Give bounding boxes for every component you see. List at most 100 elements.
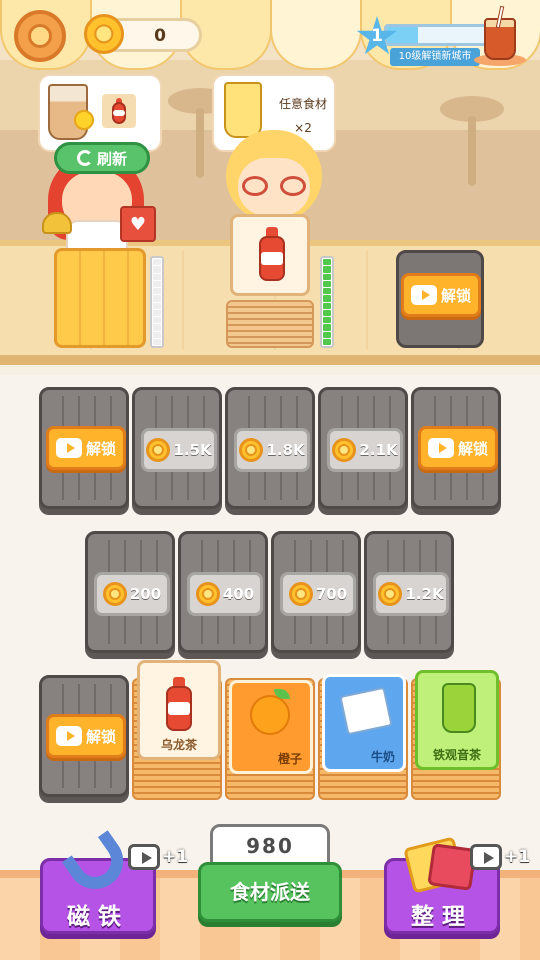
slot-2-progress — [320, 256, 334, 348]
progress-segment — [323, 259, 331, 266]
oolong-tea-bottle-icon — [111, 98, 127, 124]
ingredient-card-tieguanyin[interactable]: 铁观音茶 — [415, 670, 499, 770]
customer-1-order-bubble — [38, 74, 162, 152]
locked-tile[interactable]: 解锁 — [411, 387, 501, 509]
progress-segment — [153, 331, 161, 338]
order-ingredient-slot — [102, 94, 136, 128]
ingredient-name: 橙子 — [277, 752, 302, 766]
locked-tile[interactable]: 2.1K — [318, 387, 408, 509]
milk-carton-icon — [339, 686, 393, 736]
level-unlock-tip: 10级解锁新城市 — [390, 48, 480, 66]
counter-slot-empty[interactable] — [54, 248, 146, 348]
unlock-label: 解锁 — [85, 439, 116, 458]
stool-leg — [468, 116, 476, 186]
refresh-icon — [76, 150, 93, 166]
unlock-ad-button[interactable]: 解锁 — [46, 714, 126, 758]
ingredient-card-orange[interactable]: 橙子 — [229, 680, 313, 774]
progress-segment — [323, 309, 331, 316]
progress-segment — [153, 259, 161, 266]
tea-jar-icon — [442, 683, 476, 733]
video-ad-icon — [410, 285, 437, 305]
locked-tile[interactable]: 1.5K — [132, 387, 222, 509]
video-ad-icon — [128, 844, 160, 870]
coin-icon — [84, 14, 124, 54]
tile-price: 400 — [222, 585, 255, 603]
level-progress-bar — [384, 24, 492, 46]
unlock-label: 解锁 — [85, 727, 116, 746]
buy-tile-button[interactable]: 200 — [94, 572, 170, 616]
iced-tea-icon[interactable] — [474, 5, 526, 66]
ingredient-card-milk[interactable]: 牛奶 — [322, 674, 406, 772]
tile-price: 200 — [129, 585, 162, 603]
progress-segment — [153, 273, 161, 280]
unlock-ad-button[interactable]: 解锁 — [46, 426, 126, 470]
progress-segment — [153, 280, 161, 287]
refresh-order-button[interactable]: 刷新 — [54, 142, 150, 174]
locked-tile[interactable]: 解锁 — [39, 675, 129, 797]
deliver-ingredients-button[interactable]: 食材派送 — [198, 862, 342, 922]
unlock-label: 解锁 — [457, 439, 488, 458]
progress-segment — [153, 295, 161, 302]
progress-segment — [153, 338, 161, 345]
buy-tile-button[interactable]: 1.5K — [141, 428, 217, 472]
bell-icon — [42, 212, 72, 234]
progress-segment — [323, 280, 331, 287]
magnet-bonus: +1 — [162, 847, 189, 867]
progress-segment — [153, 324, 161, 331]
flower-icon — [74, 110, 94, 130]
progress-segment — [323, 288, 331, 295]
sort-ad-bonus: +1 — [470, 844, 530, 870]
locked-tile[interactable]: 400 — [178, 531, 268, 653]
coin-icon — [239, 438, 264, 462]
locked-tile[interactable]: 解锁 — [39, 387, 129, 509]
counter-oolong-card[interactable] — [230, 214, 310, 296]
sort-label: 整理 — [411, 904, 473, 930]
ingredient-card-oolong[interactable]: 乌龙茶 — [137, 660, 221, 760]
buy-tile-button[interactable]: 400 — [187, 572, 263, 616]
buy-tile-button[interactable]: 700 — [280, 572, 356, 616]
buy-tile-button[interactable]: 2.1K — [327, 428, 403, 472]
progress-segment — [153, 302, 161, 309]
counter-card-stack — [226, 300, 314, 348]
coin-amount: 0 — [154, 26, 166, 46]
unlock-label: 解锁 — [440, 286, 471, 305]
ingredient-name: 铁观音茶 — [432, 748, 481, 762]
video-ad-icon — [55, 438, 82, 458]
coin-icon — [195, 582, 220, 606]
progress-segment — [323, 338, 331, 345]
video-ad-icon — [427, 438, 454, 458]
progress-segment — [153, 288, 161, 295]
progress-segment — [323, 302, 331, 309]
buy-tile-button[interactable]: 1.2K — [373, 572, 449, 616]
tile-price: 700 — [315, 585, 348, 603]
coin-icon — [332, 438, 357, 462]
progress-segment — [323, 295, 331, 302]
oolong-tea-bottle-icon — [164, 677, 194, 731]
locked-tile[interactable]: 700 — [271, 531, 361, 653]
magnet-ad-bonus: +1 — [128, 844, 188, 870]
video-ad-icon — [470, 844, 502, 870]
progress-segment — [153, 317, 161, 324]
counter-slot-locked[interactable]: 解锁 — [396, 250, 484, 348]
progress-segment — [323, 273, 331, 280]
ingredient-name: 牛奶 — [370, 750, 395, 764]
locked-tile[interactable]: 200 — [85, 531, 175, 653]
settings-gear-icon[interactable] — [14, 10, 66, 62]
unlock-ad-button[interactable]: 解锁 — [401, 273, 481, 317]
progress-segment — [153, 309, 161, 316]
coin-icon — [378, 582, 403, 606]
order-text: 任意食材 — [278, 97, 327, 111]
progress-segment — [323, 266, 331, 273]
stool-leg — [196, 108, 204, 178]
buy-tile-button[interactable]: 1.8K — [234, 428, 310, 472]
unlock-ad-button[interactable]: 解锁 — [418, 426, 498, 470]
tile-price: 2.1K — [359, 441, 398, 459]
tile-price: 1.8K — [266, 441, 305, 459]
locked-tile[interactable]: 1.8K — [225, 387, 315, 509]
progress-segment — [323, 317, 331, 324]
progress-segment — [323, 324, 331, 331]
orange-icon — [250, 689, 290, 735]
slot-1-progress — [150, 256, 164, 348]
tile-price: 1.2K — [405, 585, 444, 603]
locked-tile[interactable]: 1.2K — [364, 531, 454, 653]
